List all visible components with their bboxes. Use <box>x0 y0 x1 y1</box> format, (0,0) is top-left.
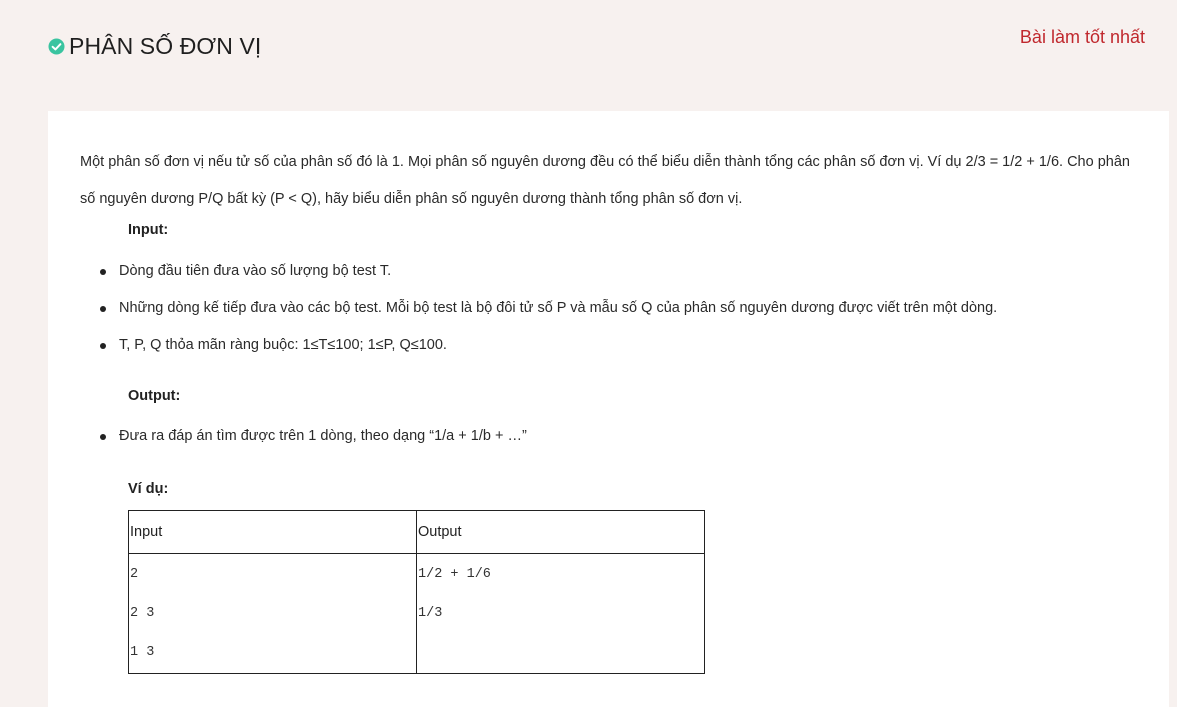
example-input-line: 2 <box>130 567 139 582</box>
example-output-line: 1/2 + 1/6 <box>418 567 491 582</box>
list-item: Những dòng kế tiếp đưa vào các bộ test. … <box>100 290 997 327</box>
page-title: PHÂN SỐ ĐƠN VỊ <box>69 33 262 59</box>
example-table: Input Output 2 2 3 1 3 1/2 + 1/6 1/3 <box>128 510 705 674</box>
table-header-output: Output <box>416 510 705 554</box>
output-spec-list: Đưa ra đáp án tìm được trên 1 dòng, theo… <box>100 418 527 455</box>
input-heading: Input: <box>128 222 169 238</box>
example-output-cell: 1/2 + 1/6 1/3 <box>416 553 705 674</box>
input-spec-list: Dòng đầu tiên đưa vào số lượng bộ test T… <box>100 253 997 364</box>
title-group: PHÂN SỐ ĐƠN VỊ <box>48 33 261 60</box>
example-input-line: 1 3 <box>130 645 155 660</box>
output-heading: Output: <box>128 388 181 404</box>
problem-content: Một phân số đơn vị nếu tử số của phân số… <box>48 111 1169 707</box>
example-input-line: 2 3 <box>130 606 155 621</box>
problem-page: PHÂN SỐ ĐƠN VỊ Bài làm tốt nhất Một phân… <box>0 0 1177 707</box>
list-item: Dòng đầu tiên đưa vào số lượng bộ test T… <box>100 253 997 290</box>
list-item: Đưa ra đáp án tìm được trên 1 dòng, theo… <box>100 418 527 455</box>
check-circle-icon <box>48 38 65 55</box>
table-row: 2 2 3 1 3 1/2 + 1/6 1/3 <box>128 553 705 674</box>
example-input-cell: 2 2 3 1 3 <box>128 553 417 674</box>
table-header-input: Input <box>128 510 417 554</box>
problem-description: Một phân số đơn vị nếu tử số của phân số… <box>80 154 1130 207</box>
example-output-line: 1/3 <box>418 606 443 621</box>
list-item: T, P, Q thỏa mãn ràng buộc: 1≤T≤100; 1≤P… <box>100 327 997 364</box>
best-submission-link[interactable]: Bài làm tốt nhất <box>1020 27 1145 48</box>
problem-header: PHÂN SỐ ĐƠN VỊ Bài làm tốt nhất <box>0 0 1177 110</box>
table-header-row: Input Output <box>128 510 705 554</box>
example-heading: Ví dụ: <box>128 481 169 497</box>
